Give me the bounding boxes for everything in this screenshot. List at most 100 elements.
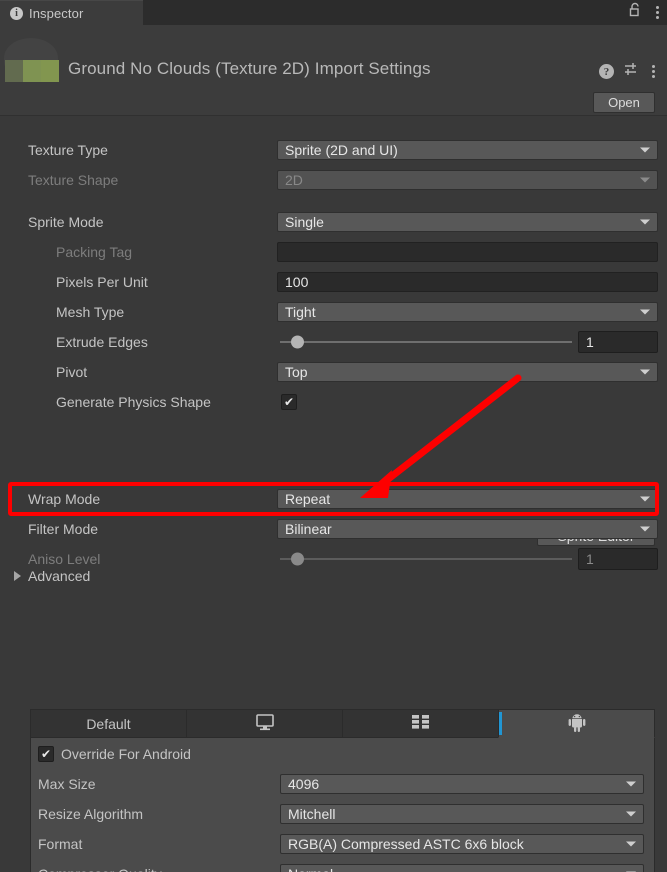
kebab-menu-icon[interactable] [652, 3, 663, 22]
settings-row-number-input[interactable]: 1 [578, 330, 658, 353]
platform-tab-label: Default [86, 715, 131, 732]
settings-row-slider-handle[interactable] [291, 552, 304, 565]
settings-row-dropdown[interactable]: Repeat [277, 488, 658, 509]
platform-tabs: Default [30, 709, 655, 738]
chevron-down-icon [640, 177, 650, 182]
settings-row-label: Pixels Per Unit [56, 273, 148, 290]
override-for-android-label: Override For Android [61, 745, 191, 762]
monitor-icon [255, 713, 275, 734]
settings-row-packing-tag[interactable]: Packing Tag [0, 240, 667, 263]
tab-inspector-label: Inspector [29, 5, 84, 21]
settings-row-slider-track[interactable] [280, 340, 572, 343]
settings-row-label: Wrap Mode [28, 490, 101, 507]
unity-inspector-window: i Inspector Ground No Clouds (Texture 2D… [0, 0, 667, 872]
settings-row-dropdown[interactable]: 2D [277, 169, 658, 190]
settings-row-extrude-edges[interactable]: Extrude Edges 1 [0, 330, 667, 353]
advanced-foldout-label: Advanced [28, 568, 91, 584]
settings-row-dropdown[interactable]: Top [277, 361, 658, 382]
chevron-down-icon [640, 369, 650, 374]
settings-row-label: Packing Tag [56, 243, 133, 260]
thumbnail-swatch [22, 60, 41, 82]
chevron-down-icon [640, 496, 650, 501]
tab-selected-indicator [499, 712, 502, 735]
platform-row-max-size[interactable]: Max Size 4096 [31, 772, 654, 795]
inspector-tabstrip: i Inspector [0, 0, 667, 25]
platform-row-resize-algorithm[interactable]: Resize Algorithm Mitchell [31, 802, 654, 825]
settings-row-pivot[interactable]: Pivot Top [0, 360, 667, 383]
chevron-down-icon [640, 526, 650, 531]
settings-row-sprite-mode[interactable]: Sprite Mode Single [0, 210, 667, 233]
chevron-down-icon [640, 309, 650, 314]
platform-row-format[interactable]: Format RGB(A) Compressed ASTC 6x6 block [31, 832, 654, 855]
header-actions: ? [599, 61, 659, 82]
settings-row-label: Sprite Mode [28, 213, 104, 230]
settings-row-slider-handle[interactable] [291, 335, 304, 348]
platform-row-label: Resize Algorithm [38, 805, 144, 822]
texture-thumbnail[interactable] [0, 38, 62, 86]
lock-open-icon[interactable] [628, 2, 642, 23]
chevron-down-icon [626, 841, 636, 846]
inspector-header: Ground No Clouds (Texture 2D) Import Set… [0, 25, 667, 116]
settings-row-label: Aniso Level [28, 550, 101, 567]
inspector-body: Texture Type Sprite (2D and UI) Texture Sh… [0, 116, 667, 872]
platform-row-label: Compressor Quality [38, 866, 162, 872]
settings-row-label: Texture Shape [28, 171, 119, 188]
settings-row-mesh-type[interactable]: Mesh Type Tight [0, 300, 667, 323]
platform-row-compressor-quality[interactable]: Compressor Quality Normal [31, 862, 654, 872]
android-robot-icon [568, 713, 586, 735]
settings-row-label: Pivot [56, 363, 88, 380]
platform-row-dropdown[interactable]: Mitchell [280, 803, 644, 824]
info-icon: i [10, 6, 23, 20]
override-for-android-row[interactable]: ✔ Override For Android [31, 742, 654, 765]
platform-tab-default[interactable]: Default [30, 709, 186, 738]
settings-row-texture-type[interactable]: Texture Type Sprite (2D and UI) [0, 138, 667, 161]
platform-tab-android-robot-icon[interactable] [498, 709, 655, 738]
thumbnail-swatch [5, 60, 23, 82]
settings-row-wrap-mode[interactable]: Wrap Mode Repeat [0, 487, 667, 510]
platform-tab-webgl-server-icon[interactable] [342, 709, 498, 738]
override-for-android-checkbox[interactable]: ✔ [38, 745, 54, 762]
preset-sliders-icon[interactable] [623, 61, 639, 82]
open-button[interactable]: Open [593, 92, 655, 113]
tab-inspector[interactable]: i Inspector [0, 0, 143, 25]
help-icon[interactable]: ? [599, 64, 614, 79]
chevron-down-icon [626, 811, 636, 816]
settings-row-texture-shape[interactable]: Texture Shape 2D [0, 168, 667, 191]
settings-row-label: Extrude Edges [56, 333, 148, 350]
settings-row-input[interactable]: 100 [277, 271, 658, 292]
settings-row-dropdown[interactable]: Sprite (2D and UI) [277, 139, 658, 160]
settings-row-pixels-per-unit[interactable]: Pixels Per Unit 100 [0, 270, 667, 293]
settings-row-input[interactable] [277, 241, 658, 262]
tabstrip-actions [628, 0, 663, 25]
triangle-right-icon [14, 571, 21, 581]
chevron-down-icon [640, 219, 650, 224]
chevron-down-icon [626, 781, 636, 786]
page-title: Ground No Clouds (Texture 2D) Import Set… [68, 59, 431, 78]
platform-row-dropdown[interactable]: Normal [280, 863, 644, 872]
platform-settings-panel: Default ✔ Override For Android Max Size 4… [30, 709, 655, 872]
kebab-menu-icon[interactable] [648, 62, 659, 81]
settings-row-label: Filter Mode [28, 520, 99, 537]
platform-row-label: Max Size [38, 775, 96, 792]
settings-row-filter-mode[interactable]: Filter Mode Bilinear [0, 517, 667, 540]
settings-row-dropdown[interactable]: Single [277, 211, 658, 232]
settings-row-label: Texture Type [28, 141, 108, 158]
settings-row-checkbox[interactable]: ✔ [281, 393, 297, 410]
thumbnail-swatch [40, 60, 59, 82]
platform-override-content: ✔ Override For Android Max Size 4096 Resiz… [30, 738, 655, 872]
settings-row-generate-physics-shape[interactable]: Generate Physics Shape ✔ [0, 390, 667, 413]
webgl-server-icon [410, 713, 432, 734]
settings-row-number-input[interactable]: 1 [578, 547, 658, 570]
settings-row-label: Generate Physics Shape [56, 393, 211, 410]
settings-row-dropdown[interactable]: Tight [277, 301, 658, 322]
settings-row-label: Mesh Type [56, 303, 125, 320]
platform-tab-monitor-icon[interactable] [186, 709, 342, 738]
platform-row-dropdown[interactable]: 4096 [280, 773, 644, 794]
chevron-down-icon [640, 147, 650, 152]
settings-row-slider-track[interactable] [280, 557, 572, 560]
settings-row-dropdown[interactable]: Bilinear [277, 518, 658, 539]
platform-row-dropdown[interactable]: RGB(A) Compressed ASTC 6x6 block [280, 833, 644, 854]
platform-row-label: Format [38, 835, 83, 852]
thumbnail-image [5, 60, 59, 82]
settings-row-aniso-level[interactable]: Aniso Level 1 [0, 547, 667, 570]
